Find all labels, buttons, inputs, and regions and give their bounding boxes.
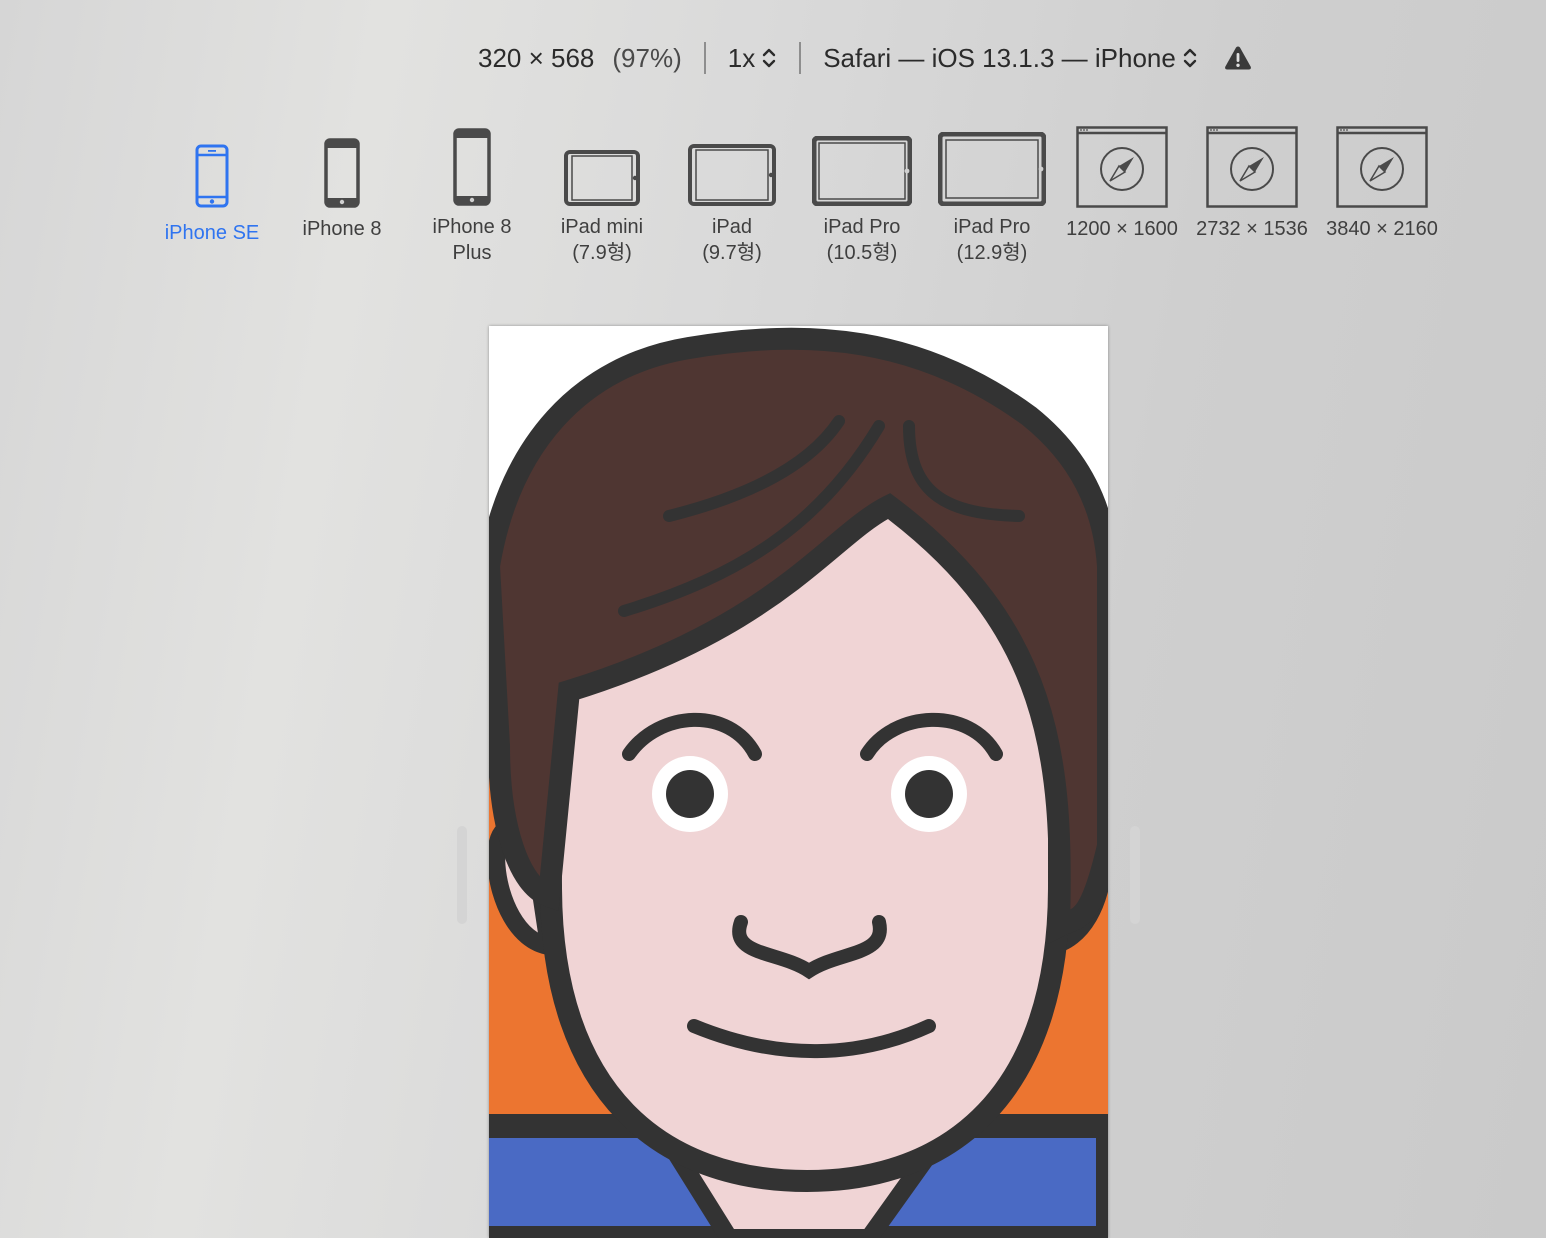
device-preset-label: iPhone SE: [164, 222, 260, 244]
toolbar-divider: [799, 42, 802, 74]
responsive-design-mode: { "toolbar": { "dimensions": "320 × 568"…: [0, 0, 1546, 1238]
viewport-resize-handle-left[interactable]: [457, 826, 467, 924]
device-preset-ipad-pro-10-5[interactable]: iPad Pro (10.5형): [798, 116, 926, 266]
device-preset-label: 2732 × 1536: [1196, 218, 1308, 240]
pixel-ratio-value: 1x: [727, 42, 756, 73]
device-preset-label: iPad (9.7형): [702, 216, 762, 264]
warning-triangle-icon[interactable]: [1224, 45, 1252, 71]
pixel-ratio-select[interactable]: 1x: [728, 43, 777, 74]
safari-window-icon: [1076, 126, 1168, 208]
device-preset-label: iPad mini (7.9형): [560, 216, 644, 264]
device-preset-iphone-8-plus[interactable]: iPhone 8 Plus: [408, 116, 536, 266]
toolbar-divider: [703, 42, 706, 74]
avatar-illustration: [489, 327, 1108, 1238]
device-preset-label: iPhone 8: [302, 218, 382, 240]
viewport-resize-handle-right[interactable]: [1130, 826, 1140, 924]
chevron-up-down-icon: [1183, 48, 1197, 68]
device-preset-label: 3840 × 2160: [1326, 218, 1438, 240]
device-preset-ipad-mini[interactable]: iPad mini (7.9형): [538, 116, 666, 266]
device-preset-label: 1200 × 1600: [1066, 218, 1178, 240]
viewport-toolbar: 320 × 568 (97%) 1x Safari — iOS 13.1.3 —…: [478, 36, 1252, 80]
user-agent-select[interactable]: Safari — iOS 13.1.3 — iPhone: [823, 43, 1198, 74]
avatar-eye-left-pupil: [666, 770, 714, 818]
viewport-zoom: (97%): [612, 42, 682, 73]
device-preset-1200x1600[interactable]: 1200 × 1600: [1058, 116, 1186, 266]
iphone-icon: [453, 128, 491, 206]
viewport-size-display: 320 × 568 (97%): [478, 43, 682, 74]
safari-window-icon: [1206, 126, 1298, 208]
chevron-up-down-icon: [763, 48, 776, 68]
device-preset-label: iPad Pro (12.9형): [953, 216, 1031, 264]
device-viewport: [489, 326, 1108, 1238]
ipad-icon: [564, 150, 640, 206]
ipad-icon: [938, 132, 1046, 206]
safari-window-icon: [1336, 126, 1428, 208]
device-preset-2732x1536[interactable]: 2732 × 1536: [1188, 116, 1316, 266]
device-preset-3840x2160[interactable]: 3840 × 2160: [1318, 116, 1446, 266]
device-preset-ipad-pro-12-9[interactable]: iPad Pro (12.9형): [928, 116, 1056, 266]
device-preset-label: iPhone 8 Plus: [432, 216, 512, 264]
ipad-icon: [812, 136, 912, 206]
viewport-dimensions: 320 × 568: [478, 42, 595, 73]
avatar-eye-right-pupil: [905, 770, 953, 818]
device-preset-ipad[interactable]: iPad (9.7형): [668, 116, 796, 266]
ipad-icon: [688, 144, 776, 206]
user-agent-value: Safari — iOS 13.1.3 — iPhone: [823, 42, 1176, 73]
iphone-icon: [324, 138, 360, 208]
device-preset-iphone-se[interactable]: iPhone SE: [148, 116, 276, 266]
iphone-icon: [195, 144, 229, 208]
device-preset-label: iPad Pro (10.5형): [823, 216, 901, 264]
device-preset-iphone-8[interactable]: iPhone 8: [278, 116, 406, 266]
